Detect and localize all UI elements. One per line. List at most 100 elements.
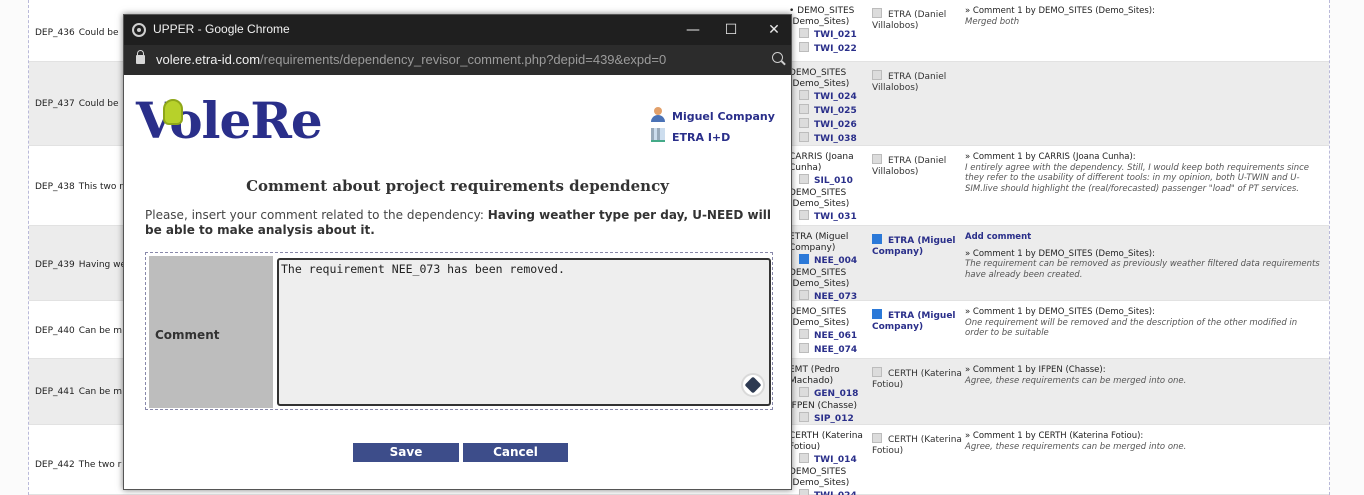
- requirement-code-link[interactable]: TWI_031: [789, 210, 869, 224]
- dependency-id[interactable]: DEP_437 Could be: [35, 99, 119, 109]
- requirement-code-link[interactable]: TWI_014: [789, 453, 869, 467]
- owner-checkbox-label[interactable]: CERTH (Katerina Fotiou): [872, 367, 962, 391]
- stakeholder-name: (Demo_Sites): [789, 478, 850, 488]
- dependency-text: This two r: [78, 182, 123, 192]
- page-content: VoleRe Miguel Company ETRA I+D Comment a…: [124, 75, 791, 489]
- dependency-id[interactable]: DEP_442 The two r: [35, 460, 121, 470]
- save-button[interactable]: Save: [353, 443, 459, 462]
- stakeholder-name: IFPEN (Chasse): [789, 401, 857, 411]
- requirement-code-link[interactable]: NEE_061: [789, 329, 869, 343]
- requirement-code-link[interactable]: TWI_024: [789, 90, 869, 104]
- requirement-code-link[interactable]: NEE_004: [789, 254, 869, 268]
- comment-form-table: Comment: [145, 252, 773, 410]
- requirement-code-link[interactable]: TWI_038: [789, 132, 869, 146]
- comment-label: Comment: [155, 328, 220, 342]
- comment-heading: » Comment 1 by DEMO_SITES (Demo_Sites):: [965, 307, 1155, 317]
- comments-cell: » Comment 1 by DEMO_SITES (Demo_Sites): O…: [965, 307, 1320, 339]
- stakeholder-name: (Demo_Sites): [789, 279, 850, 289]
- requirement-code-link[interactable]: TWI_022: [789, 42, 869, 56]
- window-titlebar[interactable]: UPPER - Google Chrome — ☐ ✕: [124, 15, 791, 45]
- stakeholder-cell: ETRA (Miguel Company) NEE_004 DEMO_SITES (De…: [789, 232, 869, 301]
- comment-body: I entirely agree with the dependency. St…: [965, 162, 1310, 194]
- dependency-text: Can be m: [78, 326, 122, 336]
- stakeholder-name: CARRIS (Joana: [789, 152, 854, 162]
- volere-logo: VoleRe: [136, 91, 323, 150]
- dependency-text: Having we: [78, 260, 127, 270]
- requirement-code-link[interactable]: NEE_074: [789, 343, 869, 357]
- chrome-popup-window[interactable]: UPPER - Google Chrome — ☐ ✕ volere.etra-…: [123, 14, 792, 490]
- stakeholder-cell: DEMO_SITES (Demo_Sites) NEE_061 NEE_074: [789, 307, 869, 359]
- stakeholder-name: (Demo_Sites): [789, 318, 850, 328]
- address-bar[interactable]: volere.etra-id.com/requirements/dependen…: [124, 45, 791, 75]
- owner-checkbox-label[interactable]: ETRA (Daniel Villalobos): [872, 154, 962, 178]
- stakeholder-name: (Demo_Sites): [789, 199, 850, 209]
- lock-icon[interactable]: [136, 50, 145, 64]
- dependency-id-label: DEP_438: [35, 182, 75, 192]
- dependency-id[interactable]: DEP_440 Can be m: [35, 326, 122, 336]
- stakeholder-name: Cunha): [789, 163, 822, 173]
- comment-heading: » Comment 1 by CERTH (Katerina Fotiou):: [965, 431, 1144, 441]
- form-description-prefix: Please, insert your comment related to t…: [145, 208, 488, 222]
- requirement-code-link[interactable]: TWI_026: [789, 118, 869, 132]
- maximize-button[interactable]: ☐: [720, 19, 742, 41]
- owner-cell: ETRA (Miguel Company): [872, 234, 962, 258]
- stakeholder-name: (Demo_Sites): [789, 17, 850, 27]
- owner-checkbox-label[interactable]: ETRA (Miguel Company): [872, 234, 962, 258]
- stakeholder-name: DEMO_SITES: [789, 307, 847, 317]
- cancel-button[interactable]: Cancel: [463, 443, 568, 462]
- form-title: Comment about project requirements depen…: [246, 177, 669, 195]
- comment-body: Merged both: [965, 16, 1020, 27]
- dependency-text: Can be m: [78, 387, 122, 397]
- stakeholder-cell: EMT (Pedro Machado) GEN_018 IFPEN (Chasse) S…: [789, 365, 869, 425]
- comment-label-cell: Comment: [149, 256, 273, 408]
- window-title: UPPER - Google Chrome: [153, 22, 290, 36]
- dependency-id[interactable]: DEP_441 Can be m: [35, 387, 122, 397]
- owner-cell: ETRA (Daniel Villalobos): [872, 70, 962, 94]
- chrome-icon: [132, 23, 146, 37]
- owner-checkbox-label[interactable]: ETRA (Miguel Company): [872, 309, 962, 333]
- requirement-code-link[interactable]: NEE_073: [789, 290, 869, 301]
- stakeholder-name: EMT (Pedro: [789, 365, 840, 375]
- comment-heading: » Comment 1 by IFPEN (Chasse):: [965, 365, 1106, 375]
- dependency-id[interactable]: DEP_436 Could be: [35, 28, 119, 38]
- requirement-code-link[interactable]: SIL_010: [789, 174, 869, 188]
- owner-cell: ETRA (Daniel Villalobos): [872, 8, 962, 32]
- minimize-button[interactable]: —: [682, 19, 704, 41]
- owner-checkbox-label[interactable]: ETRA (Daniel Villalobos): [872, 8, 962, 32]
- requirement-code-link[interactable]: TWI_024: [789, 489, 869, 495]
- owner-checkbox-label[interactable]: ETRA (Daniel Villalobos): [872, 70, 962, 94]
- requirement-code-link[interactable]: TWI_021: [789, 28, 869, 42]
- url-text[interactable]: volere.etra-id.com/requirements/dependen…: [156, 52, 666, 67]
- comment-body: The requirement can be removed as previo…: [965, 259, 1320, 280]
- stakeholder-name: • DEMO_SITES: [789, 6, 855, 16]
- owner-checkbox-label[interactable]: CERTH (Katerina Fotiou): [872, 433, 962, 457]
- stakeholder-name: DEMO_SITES: [789, 188, 847, 198]
- stakeholder-name: DEMO_SITES: [789, 68, 847, 78]
- requirement-code-link[interactable]: GEN_018: [789, 387, 869, 401]
- user-name: Miguel Company: [672, 110, 775, 123]
- url-path: /requirements/dependency_revisor_comment…: [260, 52, 667, 67]
- stakeholder-name: Company): [789, 243, 836, 253]
- requirement-code-link[interactable]: SIP_012: [789, 412, 869, 425]
- dependency-id[interactable]: DEP_438 This two r: [35, 182, 123, 192]
- comment-textarea[interactable]: [277, 258, 771, 406]
- comments-cell: Add comment » Comment 1 by DEMO_SITES (De…: [965, 232, 1320, 280]
- comments-cell: » Comment 1 by CERTH (Katerina Fotiou): A…: [965, 431, 1320, 452]
- stakeholder-name: Fotiou): [789, 442, 821, 452]
- dependency-id[interactable]: DEP_439 Having we: [35, 260, 126, 270]
- stakeholder-name: Machado): [789, 376, 834, 386]
- owner-cell: CERTH (Katerina Fotiou): [872, 433, 962, 457]
- stakeholder-cell: • DEMO_SITES (Demo_Sites) TWI_021 TWI_022: [789, 6, 869, 62]
- dependency-text: The two r: [78, 460, 122, 470]
- close-button[interactable]: ✕: [763, 19, 785, 41]
- add-comment-link[interactable]: Add comment: [965, 232, 1320, 243]
- comments-cell: » Comment 1 by CARRIS (Joana Cunha): I en…: [965, 152, 1320, 194]
- stakeholder-cell: CERTH (Katerina Fotiou) TWI_014 DEMO_SITES(…: [789, 431, 869, 495]
- requirement-code-link[interactable]: TWI_025: [789, 104, 869, 118]
- organization-icon: [651, 128, 665, 142]
- comment-heading: » Comment 1 by DEMO_SITES (Demo_Sites):: [965, 6, 1155, 16]
- page-border-right: [1329, 0, 1330, 495]
- zoom-icon[interactable]: [772, 52, 783, 63]
- dependency-id-label: DEP_442: [35, 460, 75, 470]
- assistant-icon[interactable]: [741, 373, 765, 397]
